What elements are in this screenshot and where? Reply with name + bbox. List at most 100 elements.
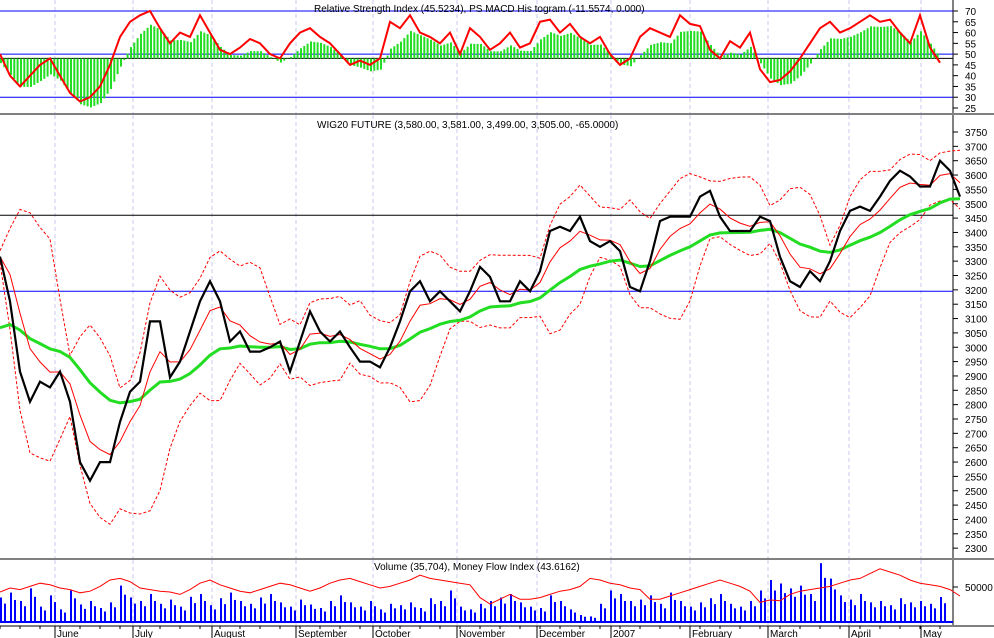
volume-bar: [620, 594, 622, 622]
volume-bar: [400, 605, 402, 622]
volume-bar: [224, 604, 226, 622]
rsi-tick-label: 55: [965, 39, 977, 50]
volume-bar: [120, 585, 122, 622]
volume-bar: [100, 608, 102, 622]
x-tick-label: March: [770, 629, 798, 638]
rsi-tick-label: 25: [965, 104, 977, 115]
volume-bar: [314, 608, 316, 622]
volume-bar: [154, 601, 156, 622]
volume-bar: [590, 616, 592, 622]
x-axis: June July August September October November De…: [0, 626, 942, 638]
volume-bar: [524, 607, 526, 622]
volume-panel-title: Volume (35,704), Money Flow Index (43.61…: [374, 562, 580, 573]
x-tick-label: August: [214, 629, 245, 638]
volume-bar: [594, 617, 596, 622]
price-tick-label: 3600: [965, 171, 988, 182]
volume-bar: [54, 602, 56, 622]
volume-bar: [550, 595, 552, 622]
rsi-tick-label: 35: [965, 82, 977, 93]
volume-bar: [384, 612, 386, 622]
volume-bar: [34, 596, 36, 622]
x-tick-label: February: [692, 629, 732, 638]
volume-bar: [774, 590, 776, 622]
volume-bar: [430, 598, 432, 622]
volume-bar: [894, 609, 896, 622]
volume-bar: [190, 596, 192, 622]
volume-bar: [114, 607, 116, 622]
volume-bar: [294, 610, 296, 622]
price-tick-label: 2450: [965, 501, 988, 512]
price-tick-label: 3550: [965, 185, 988, 196]
volume-bar: [354, 607, 356, 622]
volume-bar: [204, 601, 206, 622]
volume-bar: [20, 601, 22, 622]
price-tick-label: 3100: [965, 315, 988, 326]
volume-bar: [84, 608, 86, 622]
price-tick-label: 3700: [965, 142, 988, 153]
rsi-tick-label: 45: [965, 61, 977, 72]
volume-bar: [794, 596, 796, 622]
rsi-tick-label: 65: [965, 18, 977, 29]
volume-bar: [44, 610, 46, 622]
price-tick-label: 2900: [965, 372, 988, 383]
volume-bar: [440, 601, 442, 622]
volume-bar: [230, 592, 232, 622]
volume-bar: [714, 604, 716, 622]
volume-bar: [460, 606, 462, 622]
price-tick-label: 3250: [965, 272, 988, 283]
volume-bar: [840, 595, 842, 622]
volume-bar: [710, 598, 712, 622]
volume-bar: [160, 603, 162, 622]
volume-bar: [484, 608, 486, 622]
price-tick-label: 2650: [965, 444, 988, 455]
price-tick-label: 2400: [965, 515, 988, 526]
volume-bar: [270, 594, 272, 622]
volume-bar: [704, 607, 706, 622]
volume-bar: [804, 594, 806, 622]
volume-bar: [24, 606, 26, 622]
volume-bar: [310, 604, 312, 622]
price-tick-label: 3200: [965, 286, 988, 297]
volume-bar: [350, 602, 352, 622]
volume-bar: [324, 611, 326, 622]
volume-bar: [254, 608, 256, 622]
volume-bar: [674, 599, 676, 622]
volume-bar: [174, 605, 176, 622]
volume-bar: [854, 605, 856, 622]
volume-bar: [564, 606, 566, 622]
volume-bar: [570, 609, 572, 622]
volume-bar: [164, 608, 166, 622]
volume-bar: [250, 603, 252, 622]
volume-bar: [170, 599, 172, 622]
volume-bar: [494, 606, 496, 622]
volume-bar: [244, 606, 246, 622]
volume-bar: [344, 602, 346, 622]
volume-bar: [604, 608, 606, 622]
volume-bar: [60, 609, 62, 622]
volume-bar: [944, 603, 946, 622]
volume-bar: [634, 606, 636, 622]
volume-bar: [850, 599, 852, 622]
volume-bar: [300, 599, 302, 622]
volume-bar: [520, 602, 522, 622]
volume-bar: [580, 615, 582, 622]
x-tick-label: May: [923, 629, 942, 638]
rsi-panel-title: Relative Strength Index (45.5234), PS MA…: [314, 4, 645, 15]
volume-bar: [864, 601, 866, 622]
volume-bar: [374, 606, 376, 622]
volume-bar: [474, 612, 476, 622]
volume-bar: [534, 610, 536, 622]
price-tick-label: 2750: [965, 415, 988, 426]
rsi-tick-label: 70: [965, 7, 977, 18]
volume-bar: [660, 603, 662, 622]
price-tick-label: 2700: [965, 429, 988, 440]
price-tick-label: 2850: [965, 386, 988, 397]
price-tick-label: 3400: [965, 228, 988, 239]
volume-bar: [40, 606, 42, 622]
volume-bar: [914, 607, 916, 622]
volume-bar: [404, 609, 406, 622]
volume-bar: [380, 609, 382, 622]
volume-bar: [690, 606, 692, 622]
volume-bar: [130, 597, 132, 622]
volume-bar: [940, 597, 942, 622]
